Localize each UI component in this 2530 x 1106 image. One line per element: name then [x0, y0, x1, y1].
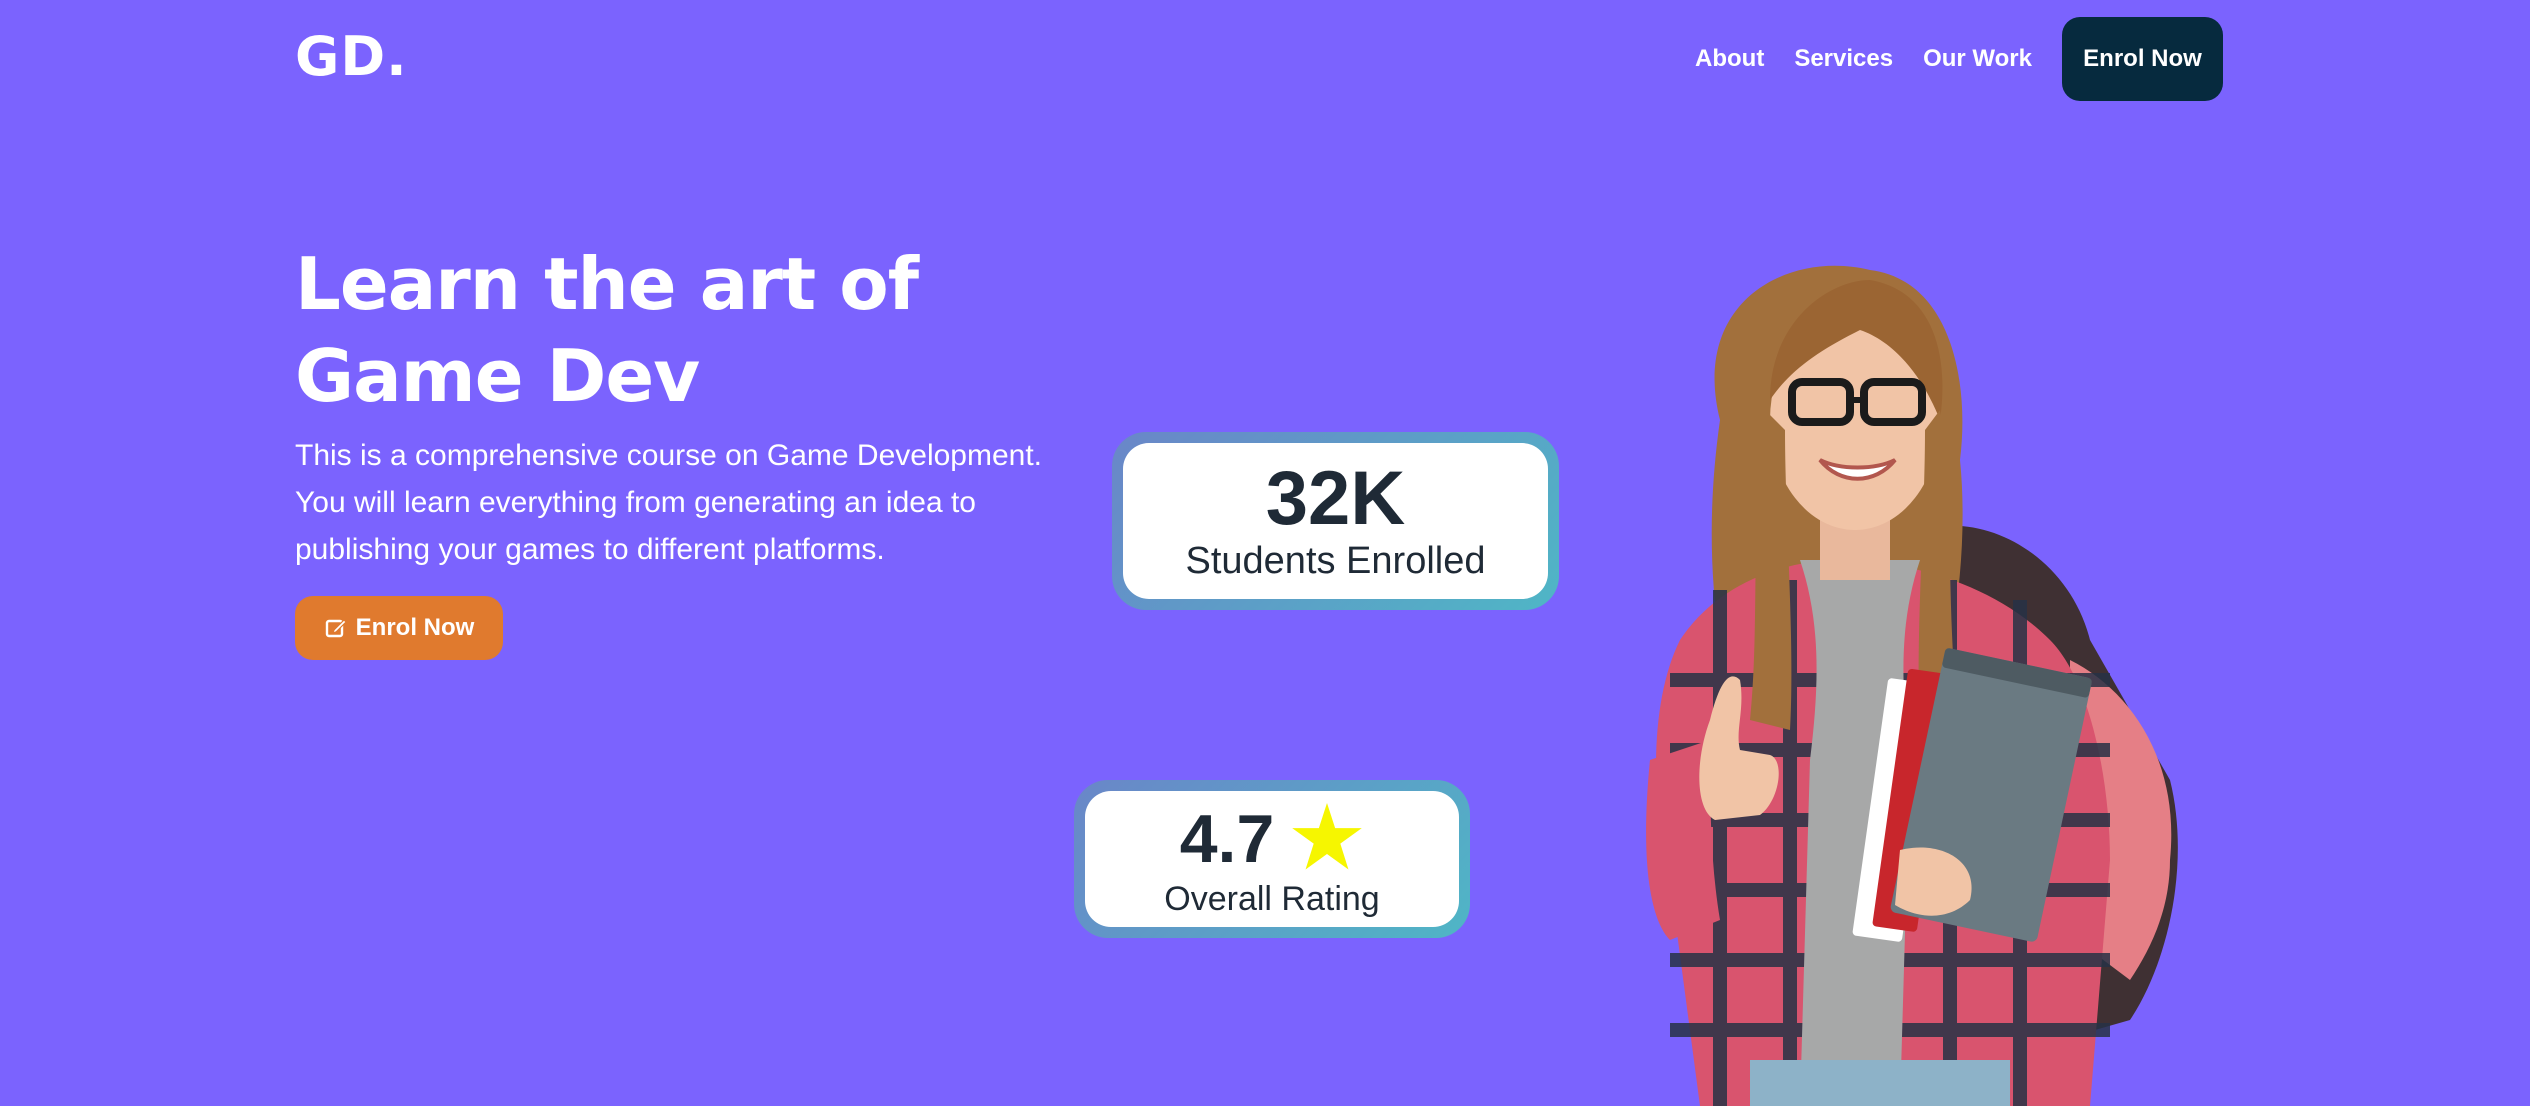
student-image: [1646, 265, 2178, 1106]
students-label: Students Enrolled: [1185, 540, 1486, 582]
overall-rating-card-inner: 4.7 Overall Rating: [1085, 791, 1459, 927]
edit-icon: [324, 616, 348, 640]
logo[interactable]: GD.: [295, 30, 408, 84]
nav-link-our-work[interactable]: Our Work: [1923, 45, 2032, 73]
hero-enrol-button[interactable]: Enrol Now: [295, 596, 503, 660]
nav-link-about[interactable]: About: [1695, 45, 1764, 73]
students-enrolled-card: 32K Students Enrolled: [1112, 432, 1559, 610]
hero-title: Learn the art of Game Dev: [295, 242, 919, 418]
hero-description: This is a comprehensive course on Game D…: [295, 439, 1043, 566]
overall-rating-card: 4.7 Overall Rating: [1074, 780, 1470, 938]
rating-row: 4.7: [1180, 800, 1365, 879]
rating-value: 4.7: [1179, 801, 1275, 877]
top-nav: About Services Our Work Enrol Now: [1665, 17, 2223, 101]
hero-enrol-label: Enrol Now: [355, 614, 475, 641]
rating-label: Overall Rating: [1164, 879, 1380, 918]
star-icon: [1290, 800, 1364, 879]
landing-page: GD. About Services Our Work Enrol Now Le…: [0, 0, 2530, 1106]
students-enrolled-card-inner: 32K Students Enrolled: [1123, 443, 1548, 599]
students-count: 32K: [1265, 456, 1406, 541]
nav-enrol-button[interactable]: Enrol Now: [2062, 17, 2223, 101]
nav-link-services[interactable]: Services: [1794, 45, 1893, 73]
